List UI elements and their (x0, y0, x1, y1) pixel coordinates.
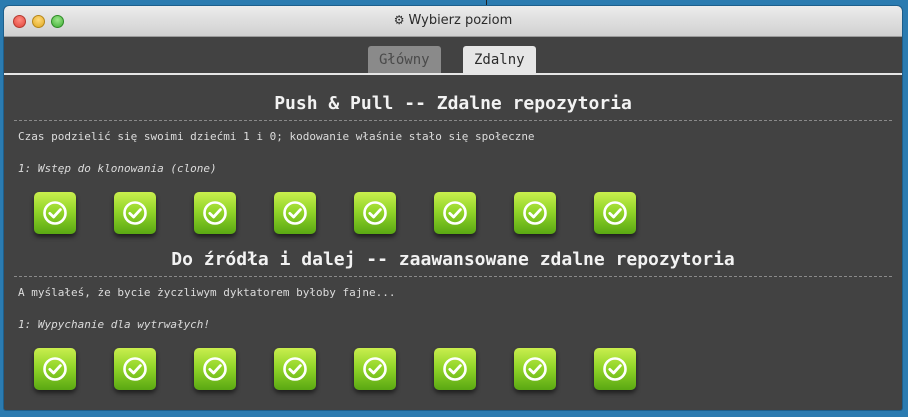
section-description: A myślałeś, że bycie życzliwym dyktatore… (18, 286, 396, 299)
level-button-3[interactable] (194, 192, 236, 234)
section-subtitle: 1: Wypychanie dla wytrwałych! (18, 318, 211, 331)
level-button-3[interactable] (194, 348, 236, 390)
tab-bar: Główny Zdalny (4, 46, 902, 74)
level-button-8[interactable] (594, 192, 636, 234)
title-bar: ⚙ Wybierz poziom (4, 6, 902, 37)
checkmark-icon (443, 357, 467, 381)
window-title-text: Wybierz poziom (408, 13, 513, 28)
tab-remote[interactable]: Zdalny (463, 46, 536, 74)
checkmark-icon (43, 201, 67, 225)
checkmark-icon (123, 357, 147, 381)
section-title: Push & Pull -- Zdalne repozytoria (274, 93, 632, 114)
checkmark-icon (203, 201, 227, 225)
checkmark-icon (443, 201, 467, 225)
section-divider (14, 120, 892, 121)
tab-underline (4, 73, 902, 75)
level-button-1[interactable] (34, 192, 76, 234)
section-subtitle: 1: Wstęp do klonowania (clone) (18, 162, 217, 175)
level-button-4[interactable] (274, 348, 316, 390)
level-button-2[interactable] (114, 348, 156, 390)
level-button-7[interactable] (514, 192, 556, 234)
checkmark-icon (363, 357, 387, 381)
level-button-7[interactable] (514, 348, 556, 390)
level-button-6[interactable] (434, 192, 476, 234)
checkmark-icon (283, 357, 307, 381)
checkmark-icon (43, 357, 67, 381)
level-button-2[interactable] (114, 192, 156, 234)
level-button-5[interactable] (354, 192, 396, 234)
tab-main[interactable]: Główny (368, 46, 441, 74)
gear-icon: ⚙ (393, 13, 405, 27)
checkmark-icon (283, 201, 307, 225)
checkmark-icon (603, 357, 627, 381)
checkmark-icon (603, 201, 627, 225)
level-button-1[interactable] (34, 348, 76, 390)
checkmark-icon (523, 201, 547, 225)
checkmark-icon (363, 201, 387, 225)
level-select-window: ⚙ Wybierz poziom Główny Zdalny Push & Pul… (4, 6, 902, 410)
section-title: Do źródła i dalej -- zaawansowane zdalne… (171, 249, 735, 270)
checkmark-icon (523, 357, 547, 381)
level-button-6[interactable] (434, 348, 476, 390)
level-button-5[interactable] (354, 348, 396, 390)
level-button-8[interactable] (594, 348, 636, 390)
level-button-4[interactable] (274, 192, 316, 234)
section-description: Czas podzielić się swoimi dziećmi 1 i 0;… (18, 130, 535, 143)
checkmark-icon (203, 357, 227, 381)
window-title: ⚙ Wybierz poziom (4, 13, 902, 28)
checkmark-icon (123, 201, 147, 225)
section-divider (14, 276, 892, 277)
